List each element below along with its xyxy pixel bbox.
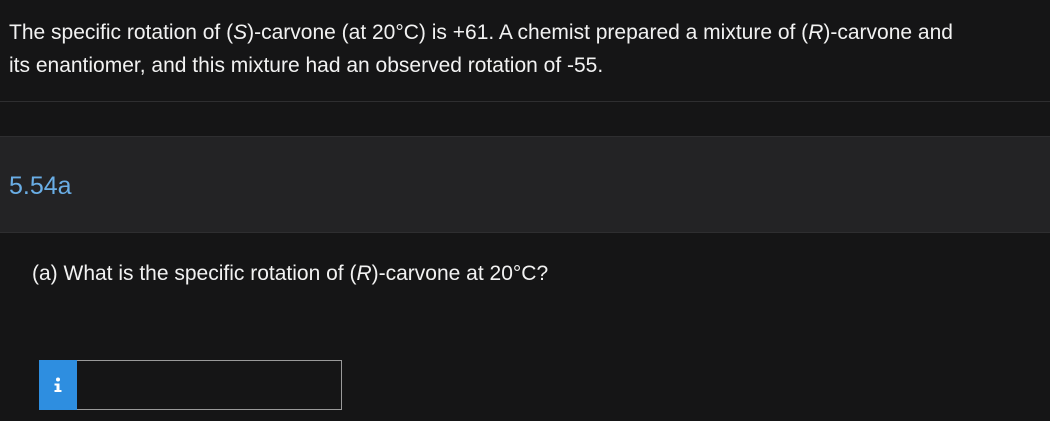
question-text-part: )-carvone at 20°C? (371, 262, 549, 285)
problem-text: The specific rotation of (S)-carvone (at… (9, 16, 1050, 82)
part-header: 5.54a (0, 136, 1050, 233)
problem-text-part: )-carvone and (823, 21, 953, 44)
problem-italic-r: R (808, 21, 824, 44)
problem-text-line2: its enantiomer, and this mixture had an … (9, 54, 604, 77)
answer-row (39, 360, 342, 410)
problem-italic-s: S (233, 21, 248, 44)
answer-input[interactable] (77, 360, 342, 410)
question-text: (a) What is the specific rotation of (R)… (32, 262, 548, 286)
question-text-part: (a) What is the specific rotation of ( (32, 262, 357, 285)
page: The specific rotation of (S)-carvone (at… (0, 0, 1050, 421)
problem-statement: The specific rotation of (S)-carvone (at… (0, 0, 1050, 102)
problem-text-part: The specific rotation of ( (9, 21, 234, 44)
info-button[interactable] (39, 360, 77, 410)
part-label: 5.54a (9, 172, 72, 200)
spacer (0, 102, 1050, 136)
info-icon (54, 377, 62, 392)
problem-text-part: )-carvone (at 20°C) is +61. A chemist pr… (247, 21, 809, 44)
question-italic-r: R (356, 262, 372, 285)
